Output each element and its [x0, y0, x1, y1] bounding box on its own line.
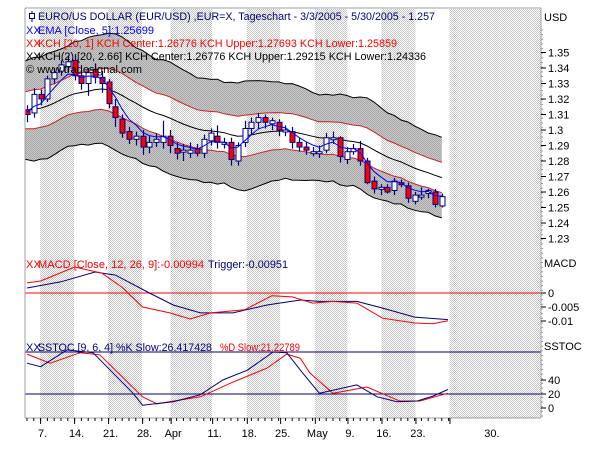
candle-body [364, 160, 371, 184]
candle-body [303, 146, 310, 151]
x-tick-label: 28. [137, 428, 152, 440]
candle [296, 137, 303, 152]
candle-body [133, 135, 140, 140]
candle-body [269, 120, 276, 125]
candle-body [140, 135, 147, 148]
candle-body [439, 196, 446, 207]
candle [31, 88, 38, 118]
candle-body [310, 151, 317, 155]
candle-body [180, 149, 187, 153]
candle-body [330, 137, 337, 141]
candle-body [235, 145, 242, 162]
candle-body [432, 191, 439, 205]
candle-body [38, 93, 45, 100]
price-tick-label: 1.3 [548, 125, 563, 137]
candle-body [106, 81, 113, 105]
candle-body [282, 129, 289, 133]
candle-body [174, 148, 181, 154]
copyright-text: © www.tradesignal.com [26, 64, 142, 76]
sstoc-tick-label: 40 [548, 375, 560, 387]
macd-tick-label: -0.005 [548, 302, 579, 314]
macd-axis-title: MACD [544, 258, 576, 270]
candle [24, 105, 31, 123]
candle-body [112, 106, 119, 119]
candle-body [153, 138, 160, 143]
sstoc-axis-title: SSTOC [544, 341, 582, 353]
candle-body [262, 117, 269, 123]
x-tick-label: 16. [376, 428, 391, 440]
candle [432, 188, 439, 208]
macd-legend: MACD [Close, 12, 26, 9]:-0.00994 [38, 259, 204, 271]
candle-body [391, 180, 398, 191]
price-tick-label: 1.33 [548, 79, 569, 91]
candle [364, 157, 371, 185]
candle-body [187, 149, 194, 154]
trigger-legend: Trigger:-0.00951 [208, 259, 288, 271]
candle-body [384, 186, 391, 193]
candle-body [316, 151, 323, 155]
x-tick-label: 23. [410, 428, 425, 440]
candle [221, 137, 228, 149]
price-tick-label: 1.26 [548, 187, 569, 199]
price-tick-label: 1.29 [548, 141, 569, 153]
candle-body [228, 141, 235, 160]
kch2-legend: KCH(2) [20, 2.66] KCH Center:1.26776 KCH… [38, 51, 426, 63]
candle-body [119, 118, 126, 134]
candle-body [296, 141, 303, 148]
candle-body [412, 194, 419, 202]
candle-legend-icon [29, 11, 35, 22]
price-tick-label: 1.24 [548, 218, 569, 230]
price-tick-label: 1.31 [548, 110, 569, 122]
sstoc-tick-label: 20 [548, 389, 560, 401]
x-tick-label: 21. [103, 428, 118, 440]
price-tick-label: 1.28 [548, 156, 569, 168]
candle [214, 125, 221, 149]
candle-body [31, 93, 38, 114]
price-axis-title: USD [544, 12, 567, 24]
candle-body [126, 131, 133, 140]
week-band [381, 9, 416, 418]
week-band [246, 9, 281, 418]
d-slow-legend: %D Slow:21.22789 [220, 342, 300, 354]
week-band [314, 9, 348, 418]
candle-body [248, 121, 255, 129]
macd-tick-label: -0.01 [548, 316, 573, 328]
kch-legend: KCH [20, 1] KCH Center:1.26776 KCH Upper… [38, 38, 397, 50]
x-tick-label: Apr [165, 428, 182, 440]
x-tick-label: 9. [345, 428, 354, 440]
price-tick-label: 1.35 [548, 48, 569, 60]
price-tick-label: 1.27 [548, 172, 569, 184]
x-tick-label: 14. [69, 428, 84, 440]
candle [106, 78, 113, 109]
candle-body [371, 180, 378, 190]
week-band [449, 9, 541, 418]
candle-body [208, 132, 215, 142]
x-tick-label: 11. [207, 428, 221, 440]
macd-tick-label: 0 [548, 288, 554, 300]
candle-body [344, 151, 351, 160]
candle-body [378, 186, 385, 190]
price-tick-label: 1.32 [548, 94, 569, 106]
chart-title: EURO/US DOLLAR (EUR/USD) ,EUR=X, Tagesch… [38, 11, 435, 23]
candle-body [255, 117, 262, 123]
x-tick-label: 30. [484, 428, 499, 440]
k-slow-legend: SSTOC [9, 6, 4] %K Slow:26.417428 [38, 342, 212, 354]
candle-body [146, 141, 153, 148]
x-tick-label: 25. [275, 428, 290, 440]
chart-window: EURO/US DOLLAR (EUR/USD) ,EUR=X, Tagesch… [24, 7, 582, 440]
x-tick-label: 7. [38, 428, 47, 440]
sstoc-tick-label: 0 [548, 403, 554, 415]
price-tick-label: 1.23 [548, 234, 569, 246]
price-tick-label: 1.34 [548, 63, 569, 75]
ema-legend: EMA [Close, 5]:1.25699 [38, 25, 154, 37]
candle-body [418, 194, 425, 198]
candle [289, 126, 296, 149]
x-tick-label: 18. [242, 428, 257, 440]
price-tick-label: 1.25 [548, 203, 569, 215]
x-tick-label: May [307, 428, 328, 440]
